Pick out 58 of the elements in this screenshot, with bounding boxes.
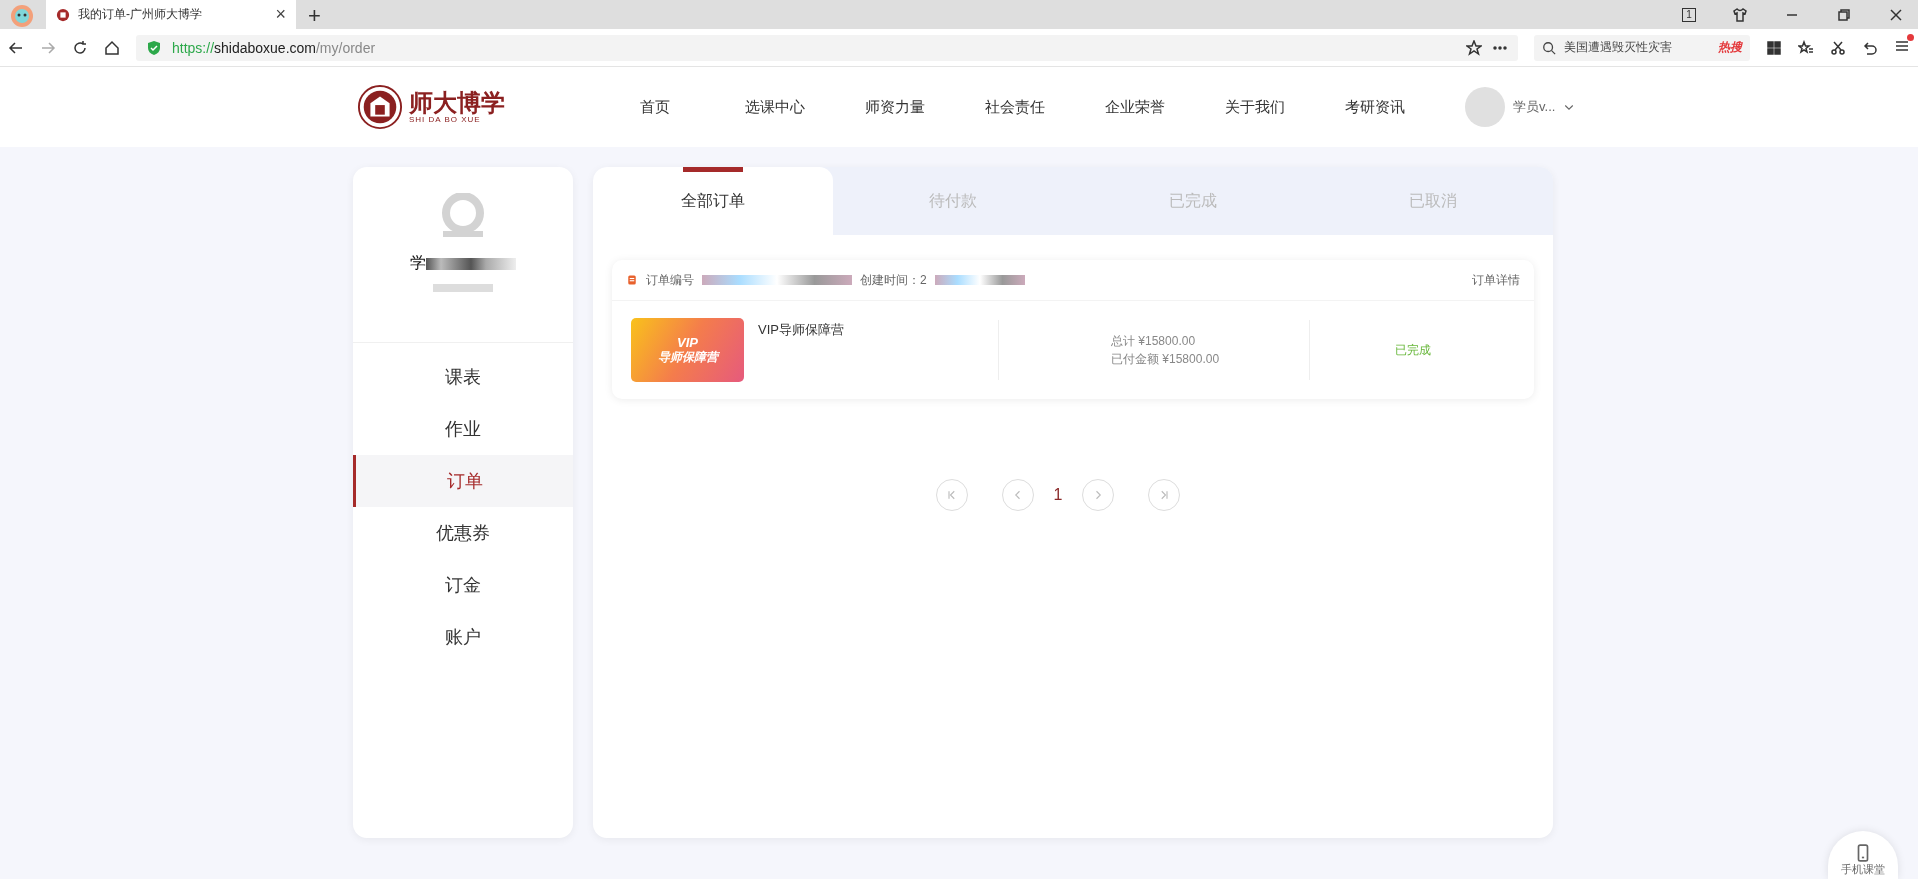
shield-check-icon [146,39,162,56]
course-thumbnail: VIP 导师保障营 [631,318,744,382]
pixelated-text [433,284,493,292]
site-favicon-icon [56,7,70,22]
restore-icon[interactable] [1836,6,1852,23]
search-icon [1542,40,1556,55]
nav-link[interactable]: 社会责任 [955,97,1075,117]
paid-amount: 已付金额 ¥15800.00 [1111,351,1221,368]
scissors-icon[interactable] [1830,39,1846,56]
notification-dot [1907,33,1914,41]
nav-link[interactable]: 选课中心 [715,97,835,117]
sidebar-item[interactable]: 订金 [353,559,573,611]
nav-link[interactable]: 考研资讯 [1315,97,1435,117]
order-total: 总计 ¥15800.00 [1111,333,1197,350]
sidebar-item[interactable]: 作业 [353,403,573,455]
order-tab[interactable]: 全部订单 [593,167,833,235]
order-detail-link[interactable]: 订单详情 [1472,271,1520,289]
grid-icon[interactable] [1766,39,1782,56]
hot-search-label: 热搜 [1718,39,1742,56]
page-number[interactable]: 1 [1051,486,1065,504]
back-icon[interactable] [8,39,24,56]
last-page-icon [1158,489,1171,501]
sidebar-item[interactable]: 账户 [353,611,573,663]
sidebar-item[interactable]: 优惠券 [353,507,573,559]
nav-link[interactable]: 首页 [595,97,715,117]
undo-icon[interactable] [1862,39,1878,56]
order-icon [626,274,638,286]
order-number-label: 订单编号 [646,271,694,289]
tab-counter[interactable]: 1 [1682,7,1696,22]
shirt-icon[interactable] [1732,6,1748,23]
reload-icon[interactable] [72,39,88,56]
close-icon[interactable] [1888,6,1904,23]
nav-link[interactable]: 师资力量 [835,97,955,117]
user-name: 学 [410,253,426,273]
created-time-label: 创建时间：2 [860,271,927,289]
address-bar[interactable]: https://shidaboxue.com/my/order [136,34,1518,61]
star-icon[interactable] [1466,39,1482,56]
logo-emblem-icon [357,84,403,130]
browser-tab[interactable]: 我的订单-广州师大博学 × [46,0,296,29]
close-tab-button[interactable]: × [275,4,286,25]
url-text: https://shidaboxue.com/my/order [172,39,377,56]
sidebar-item[interactable]: 课表 [353,351,573,403]
user-name[interactable]: 学员v... [1513,98,1556,116]
mobile-class-button[interactable]: 手机课堂 [1828,831,1898,879]
logo-text: 师大博学 [409,90,505,115]
sidebar-item[interactable]: 订单 [353,455,573,507]
favorites-list-icon[interactable] [1798,39,1814,56]
new-tab-button[interactable]: + [302,3,327,29]
tab-title: 我的订单-广州师大博学 [78,6,203,23]
logo-subtitle: SHI DA BO XUE [409,114,481,124]
home-icon[interactable] [104,39,120,56]
order-status: 已完成 [1393,341,1432,359]
first-page-icon [945,489,958,501]
course-title: VIP导师保障营 [758,321,845,339]
search-suggestion: 美国遭遇毁灭性灾害 [1564,39,1672,56]
search-field[interactable]: 美国遭遇毁灭性灾害 热搜 [1534,34,1750,61]
nav-link[interactable]: 企业荣誉 [1075,97,1195,117]
nav-link[interactable]: 关于我们 [1195,97,1315,117]
